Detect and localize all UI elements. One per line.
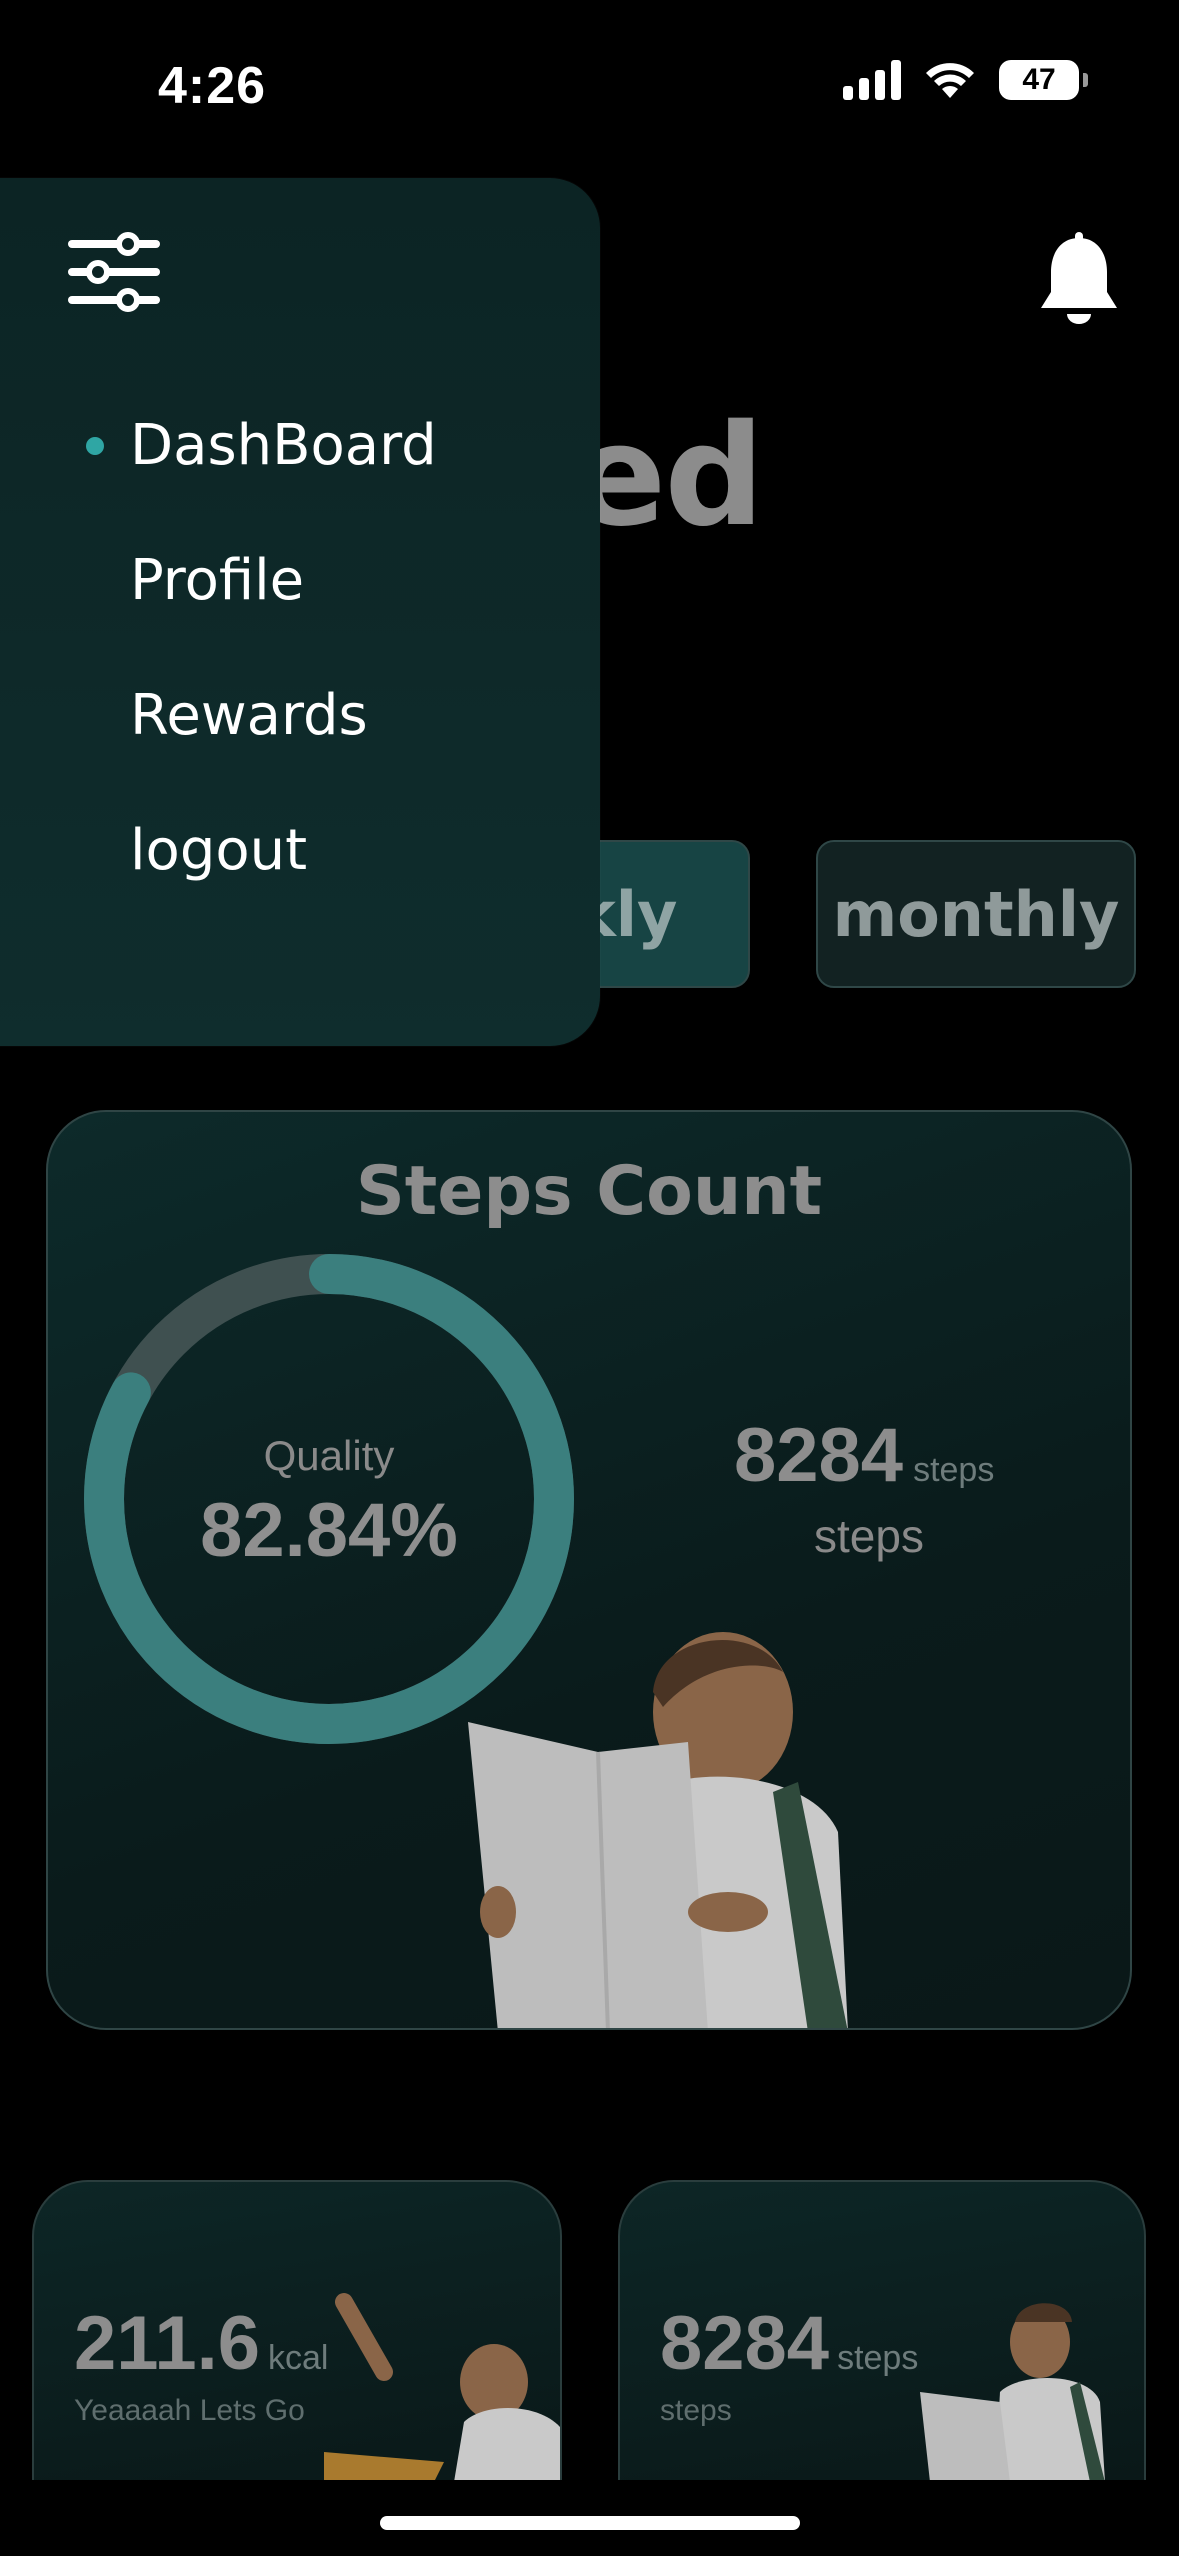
menu-item-rewards[interactable]: Rewards bbox=[0, 648, 437, 783]
steps-count-card: Steps Count Quality 82.84% 8284 steps ste… bbox=[46, 1110, 1132, 2030]
menu-item-label: DashBoard bbox=[130, 413, 437, 478]
menu-item-logout[interactable]: logout bbox=[0, 783, 437, 918]
character-illustration bbox=[468, 1632, 848, 2028]
card-title: Steps Count bbox=[355, 1152, 823, 1231]
steps-stat: 8284 steps steps bbox=[734, 1412, 994, 1563]
jumping-character-illustration bbox=[324, 2293, 560, 2480]
menu-list: DashBoard Profile Rewards logout bbox=[0, 378, 437, 918]
status-time: 4:26 bbox=[158, 57, 267, 115]
menu-item-dashboard[interactable]: DashBoard bbox=[0, 378, 437, 513]
sliders-icon[interactable] bbox=[66, 230, 162, 314]
menu-item-label: logout bbox=[130, 818, 308, 883]
bell-icon[interactable] bbox=[1036, 232, 1122, 328]
steps-unit: steps bbox=[913, 1451, 995, 1489]
steps-mini-sub: steps bbox=[660, 2394, 732, 2427]
steps-mini-unit: steps bbox=[837, 2339, 919, 2377]
steps-mini-value: 8284 bbox=[660, 2301, 830, 2386]
calories-card: 211.6 kcal Yeaaaah Lets Go bbox=[32, 2180, 562, 2480]
side-menu: DashBoard Profile Rewards logout bbox=[0, 178, 600, 1046]
steps-sub: steps bbox=[814, 1510, 924, 1562]
menu-item-label: Profile bbox=[130, 548, 305, 613]
calories-line: 211.6 kcal bbox=[74, 2300, 328, 2387]
menu-item-label: Rewards bbox=[130, 683, 368, 748]
status-icons: 47 bbox=[843, 60, 1088, 100]
active-indicator-dot bbox=[86, 436, 104, 455]
steps-mini-line: 8284 steps bbox=[660, 2300, 918, 2387]
menu-item-profile[interactable]: Profile bbox=[0, 513, 437, 648]
calories-value: 211.6 bbox=[74, 2301, 260, 2386]
cellular-signal-icon bbox=[843, 60, 901, 100]
quality-value: 82.84% bbox=[200, 1488, 458, 1573]
steps-value: 8284 bbox=[734, 1413, 904, 1498]
wifi-icon bbox=[926, 63, 974, 98]
calories-sub: Yeaaaah Lets Go bbox=[74, 2394, 305, 2427]
home-indicator[interactable] bbox=[380, 2516, 800, 2530]
calories-unit: kcal bbox=[268, 2339, 329, 2377]
steps-mini-card: 8284 steps steps bbox=[618, 2180, 1146, 2480]
battery-indicator: 47 bbox=[999, 60, 1088, 100]
quality-label: Quality bbox=[263, 1432, 395, 1479]
monthly-tab[interactable]: monthly bbox=[816, 840, 1136, 988]
screen: 4:26 47 amed ekly monthly Steps Count Qu… bbox=[0, 0, 1179, 2556]
map-character-illustration bbox=[920, 2303, 1105, 2480]
